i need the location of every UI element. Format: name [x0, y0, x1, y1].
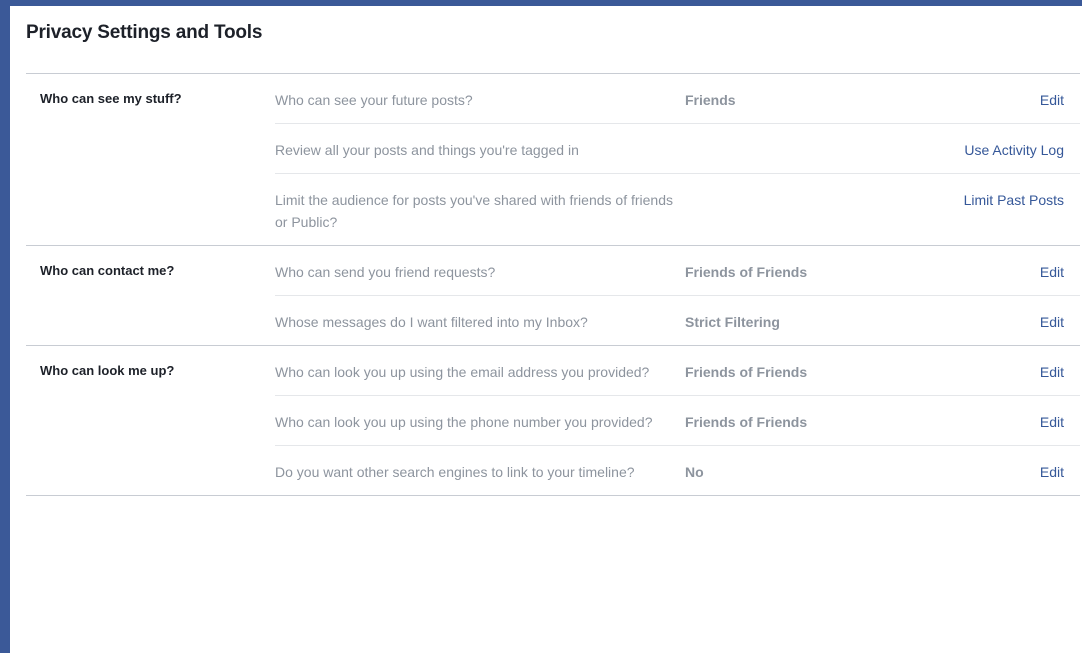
setting-value: Strict Filtering: [685, 314, 780, 330]
settings-table: Who can see my stuff? Who can see your f…: [26, 73, 1080, 496]
setting-question: Limit the audience for posts you've shar…: [275, 192, 673, 230]
edit-friend-requests-link[interactable]: Edit: [875, 261, 1080, 283]
edit-search-engines-link[interactable]: Edit: [875, 461, 1080, 483]
setting-question: Who can look you up using the email addr…: [275, 364, 650, 380]
setting-value: [685, 139, 875, 161]
section-who-can-look-up: Who can look me up? Who can look you up …: [26, 346, 1080, 496]
setting-value: Friends: [685, 92, 736, 108]
section-rows: Who can see your future posts? Friends E…: [275, 74, 1080, 245]
setting-value: Friends of Friends: [685, 414, 808, 430]
section-rows: Who can send you friend requests? Friend…: [275, 246, 1080, 345]
setting-question: Who can look you up using the phone numb…: [275, 414, 653, 430]
setting-value: Friends of Friends: [685, 264, 808, 280]
setting-row-future-posts: Who can see your future posts? Friends E…: [275, 74, 1080, 123]
setting-question: Who can send you friend requests?: [275, 264, 496, 280]
edit-message-filtering-link[interactable]: Edit: [875, 311, 1080, 333]
section-label: Who can look me up?: [40, 363, 175, 378]
setting-value: [685, 189, 875, 233]
section-label: Who can see my stuff?: [40, 91, 182, 106]
setting-row-limit-audience: Limit the audience for posts you've shar…: [275, 173, 1080, 245]
privacy-settings-panel: Privacy Settings and Tools Who can see m…: [10, 6, 1082, 653]
section-rows: Who can look you up using the email addr…: [275, 346, 1080, 495]
setting-question: Who can see your future posts?: [275, 92, 473, 108]
use-activity-log-link[interactable]: Use Activity Log: [875, 139, 1080, 161]
section-label: Who can contact me?: [40, 263, 175, 278]
section-who-can-see: Who can see my stuff? Who can see your f…: [26, 74, 1080, 246]
setting-value: No: [685, 464, 704, 480]
section-who-can-contact: Who can contact me? Who can send you fri…: [26, 246, 1080, 346]
setting-value: Friends of Friends: [685, 364, 808, 380]
setting-row-message-filtering: Whose messages do I want filtered into m…: [275, 295, 1080, 345]
setting-row-search-engines: Do you want other search engines to link…: [275, 445, 1080, 495]
edit-lookup-phone-link[interactable]: Edit: [875, 411, 1080, 433]
edit-lookup-email-link[interactable]: Edit: [875, 361, 1080, 383]
limit-past-posts-link[interactable]: Limit Past Posts: [875, 189, 1080, 233]
setting-row-lookup-phone: Who can look you up using the phone numb…: [275, 395, 1080, 445]
page-title: Privacy Settings and Tools: [26, 22, 263, 43]
setting-question: Do you want other search engines to link…: [275, 464, 635, 480]
setting-row-lookup-email: Who can look you up using the email addr…: [275, 346, 1080, 395]
setting-row-friend-requests: Who can send you friend requests? Friend…: [275, 246, 1080, 295]
setting-question: Whose messages do I want filtered into m…: [275, 314, 588, 330]
setting-question: Review all your posts and things you're …: [275, 142, 579, 158]
edit-future-posts-link[interactable]: Edit: [875, 89, 1080, 111]
setting-row-review-posts: Review all your posts and things you're …: [275, 123, 1080, 173]
